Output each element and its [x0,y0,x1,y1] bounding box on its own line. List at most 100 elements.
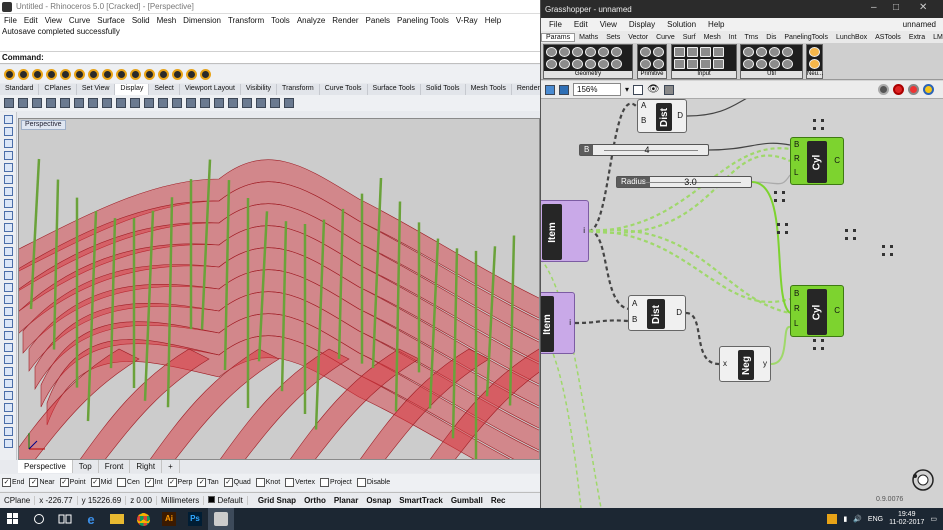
component-cyl2[interactable]: Cyl B R L C [790,285,844,337]
component-icon[interactable] [674,59,685,69]
slider-slider_b[interactable]: B4 [579,144,709,156]
input-pin[interactable]: L [794,168,798,177]
menu-item-surface[interactable]: Surface [97,16,125,25]
left-tool-icon[interactable] [4,379,13,388]
display-tool-icon[interactable] [242,98,252,108]
viewport-tab-front[interactable]: Front [99,460,131,473]
grasshopper-canvas[interactable]: Dist A B D Dist A B D Cyl B R L C Cyl B R L C Item i Item i Ne… [541,99,943,508]
input-pin[interactable]: B [632,315,637,324]
status-toggle-ortho[interactable]: Ortho [300,496,330,505]
edge-button[interactable]: e [78,508,104,530]
component-icon[interactable] [653,59,664,69]
component-icon[interactable] [559,59,570,69]
slider-slider_radius[interactable]: Radius 3.0 [616,176,752,188]
left-tool-icon[interactable] [4,211,13,220]
osnap-disable[interactable]: Disable [356,478,390,487]
output-pin[interactable]: i [583,226,585,235]
left-tool-icon[interactable] [4,127,13,136]
status-toggle-gumball[interactable]: Gumball [447,496,487,505]
component-icon[interactable] [687,59,698,69]
toolbar-tab-curve-tools[interactable]: Curve Tools [320,84,368,95]
menu-item-paneling-tools[interactable]: Paneling Tools [397,16,449,25]
component-icon[interactable] [756,59,767,69]
component-icon[interactable] [598,59,609,69]
osnap-checkbox[interactable]: ✓ [223,478,233,487]
canvas-compass-icon[interactable] [909,466,937,494]
ribbon-group-caption[interactable]: Primitive [638,71,666,78]
component-icon[interactable] [585,47,596,57]
gh-menu-file[interactable]: File [549,20,562,29]
osnap-checkbox[interactable] [255,478,265,487]
component-icon[interactable] [611,47,622,57]
output-pin[interactable]: i [569,318,571,327]
left-tool-icon[interactable] [4,331,13,340]
left-tool-icon[interactable] [4,259,13,268]
preview-eye-icon[interactable]: 👁 [647,84,660,95]
component-neg[interactable]: Neg x y [719,346,771,382]
osnap-checkbox[interactable] [116,478,126,487]
action-center-icon[interactable]: ▭ [930,515,937,523]
document-preview-icon[interactable] [923,84,934,95]
input-pin[interactable]: A [632,299,637,308]
toolbar-button-icon[interactable] [186,68,197,80]
units-label[interactable]: Millimeters [157,496,205,505]
viewport-tab-right[interactable]: Right [130,460,163,473]
minimize-icon[interactable]: – [871,2,877,13]
component-icon[interactable] [713,59,724,69]
toolbar-tab-select[interactable]: Select [149,84,180,95]
left-tool-icon[interactable] [4,403,13,412]
display-tool-icon[interactable] [172,98,182,108]
component-icon[interactable] [743,59,754,69]
toolbar-button-icon[interactable] [200,68,211,80]
gh-tab-surf[interactable]: Surf [679,34,700,41]
osnap-cen[interactable]: Cen [116,478,140,487]
menu-item-help[interactable]: Help [485,16,501,25]
left-tool-icon[interactable] [4,139,13,148]
gh-tab-trns[interactable]: Trns [741,34,763,41]
layer-label[interactable]: Default [204,496,248,505]
grip-handle-icon[interactable] [882,245,893,256]
toolbar-tab-set-view[interactable]: Set View [77,84,116,95]
component-icon[interactable] [546,59,557,69]
display-tool-icon[interactable] [4,98,14,108]
menu-item-mesh[interactable]: Mesh [157,16,177,25]
gh-tab-vector[interactable]: Vector [624,34,652,41]
toolbar-button-icon[interactable] [144,68,155,80]
gh-tab-int[interactable]: Int [725,34,741,41]
gh-tab-sets[interactable]: Sets [602,34,624,41]
component-icon[interactable] [572,47,583,57]
display-tool-icon[interactable] [200,98,210,108]
toolbar-tab-mesh-tools[interactable]: Mesh Tools [466,84,512,95]
osnap-near[interactable]: ✓ Near [29,478,55,487]
component-icon[interactable] [809,47,820,57]
shaded-preview-icon[interactable] [893,84,904,95]
sketch-pen-icon[interactable] [663,84,674,95]
component-icon[interactable] [572,59,583,69]
input-pin[interactable]: B [794,289,799,298]
menu-item-transform[interactable]: Transform [228,16,264,25]
menu-item-dimension[interactable]: Dimension [183,16,221,25]
toolbar-tab-standard[interactable]: Standard [0,84,40,95]
osnap-quad[interactable]: ✓ Quad [223,478,251,487]
status-toggle-osnap[interactable]: Osnap [362,496,395,505]
component-item2[interactable]: Item i [541,292,575,354]
illustrator-button[interactable]: Ai [156,508,182,530]
component-icon[interactable] [653,47,664,57]
notification-app-icon[interactable] [827,514,838,524]
status-toggle-grid-snap[interactable]: Grid Snap [254,496,300,505]
gh-tab-maths[interactable]: Maths [575,34,602,41]
output-pin[interactable]: C [834,156,840,165]
left-tool-icon[interactable] [4,163,13,172]
osnap-perp[interactable]: ✓ Perp [167,478,192,487]
osnap-checkbox[interactable]: ✓ [59,478,69,487]
gh-tab-astools[interactable]: ASTools [871,34,905,41]
left-tool-icon[interactable] [4,187,13,196]
gh-tab-params[interactable]: Params [541,32,576,42]
osnap-tan[interactable]: ✓ Tan [197,478,219,487]
ribbon-group-caption[interactable]: Neu... [807,71,823,78]
viewport-tab-top[interactable]: Top [73,460,99,473]
slider-value[interactable]: 4 [639,145,650,155]
component-icon[interactable] [700,47,711,57]
slider-value[interactable]: 3.0 [678,177,697,187]
selected-preview-icon[interactable] [908,84,919,95]
